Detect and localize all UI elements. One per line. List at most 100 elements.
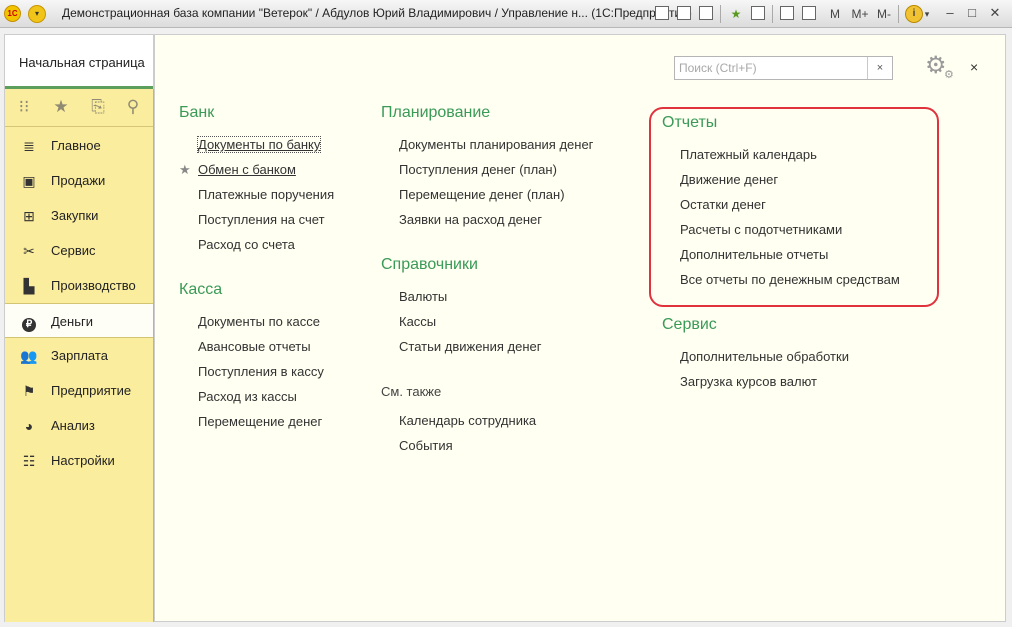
search-icon[interactable]: ⚲: [123, 97, 143, 117]
sidebar-item-analysis[interactable]: ◕ Анализ: [5, 408, 153, 443]
window-title: Демонстрационная база компании "Ветерок"…: [62, 6, 692, 20]
sidebar: ⁝⁝ ★ ⎘ ⚲ ≣ Главное ▣ Продажи ⊞ Закупки ✂…: [4, 89, 154, 622]
link-cash-expense[interactable]: Расход из кассы: [198, 389, 297, 404]
sidebar-item-label: Предприятие: [51, 383, 132, 398]
link-events[interactable]: События: [399, 438, 453, 453]
ruble-icon: ₽: [20, 313, 38, 332]
link-cash-desks[interactable]: Кассы: [399, 314, 436, 329]
link-payment-calendar[interactable]: Платежный календарь: [680, 147, 817, 162]
search-input[interactable]: Поиск (Ctrl+F) ×: [674, 56, 893, 80]
basket-icon: ▣: [22, 173, 36, 189]
link-payment-orders[interactable]: Платежные поручения: [198, 187, 334, 202]
window-close-button[interactable]: ✕: [985, 4, 1005, 22]
clear-search-icon[interactable]: ×: [867, 57, 892, 79]
link-expense-requests[interactable]: Заявки на расход денег: [399, 212, 542, 227]
link-cash-balance[interactable]: Остатки денег: [680, 197, 766, 212]
sidebar-item-label: Продажи: [51, 173, 106, 188]
link-account-receipts[interactable]: Поступления на счет: [198, 212, 325, 227]
chevron-down-icon[interactable]: ▾: [922, 5, 932, 23]
sidebar-item-label: Закупки: [51, 208, 99, 223]
title-bar: 1С ▾ Демонстрационная база компании "Вет…: [0, 0, 1012, 28]
sidebar-item-label: Производство: [51, 278, 136, 293]
link-cash-documents[interactable]: Документы по кассе: [198, 314, 320, 329]
apps-grid-icon[interactable]: ⁝⁝: [14, 97, 34, 117]
sidebar-item-main[interactable]: ≣ Главное: [5, 128, 153, 163]
sidebar-item-label: Деньги: [51, 314, 93, 329]
sidebar-item-enterprise[interactable]: ⚑ Предприятие: [5, 373, 153, 408]
sidebar-item-label: Анализ: [51, 418, 95, 433]
link-planning-documents[interactable]: Документы планирования денег: [399, 137, 593, 152]
maximize-button[interactable]: □: [962, 4, 982, 22]
tools-icon: ✂: [23, 243, 35, 259]
section-title-see-also: См. также: [381, 384, 442, 399]
section-title-planning: Планирование: [381, 104, 491, 121]
sidebar-item-label: Зарплата: [51, 348, 108, 363]
favorite-star-icon[interactable]: ★: [179, 162, 191, 178]
link-planned-receipts[interactable]: Поступления денег (план): [399, 162, 557, 177]
cart-icon: ⊞: [23, 208, 35, 224]
people-icon: 👥: [20, 348, 38, 364]
favorites-star-icon[interactable]: ★: [51, 97, 71, 117]
link-advance-reports[interactable]: Авансовые отчеты: [198, 339, 311, 354]
section-title-bank: Банк: [179, 104, 215, 121]
link-cashflow-items[interactable]: Статьи движения денег: [399, 339, 541, 354]
small-gear-icon: ⚙: [944, 69, 954, 81]
toolbar-divider: [898, 5, 899, 23]
sidebar-item-label: Настройки: [51, 453, 115, 468]
preview-icon[interactable]: [699, 6, 713, 20]
search-placeholder: Поиск (Ctrl+F): [679, 61, 757, 75]
list-icon: ≣: [23, 138, 35, 154]
section-title-cash: Касса: [179, 281, 223, 298]
link-money-transfer[interactable]: Перемещение денег: [198, 414, 322, 429]
sidebar-item-purchases[interactable]: ⊞ Закупки: [5, 198, 153, 233]
link-employee-calendar[interactable]: Календарь сотрудника: [399, 413, 536, 428]
main-content: Поиск (Ctrl+F) × ⚙ ⚙ × Банк Документы по…: [154, 34, 1006, 622]
calendar-icon[interactable]: [802, 6, 816, 20]
settings-icon: ☷: [22, 453, 36, 469]
bookmark-icon[interactable]: [751, 6, 765, 20]
sidebar-item-production[interactable]: ▙ Производство: [5, 268, 153, 303]
section-title-service: Сервис: [662, 316, 717, 333]
link-additional-reports[interactable]: Дополнительные отчеты: [680, 247, 828, 262]
flag-icon: ⚑: [22, 383, 36, 399]
link-bank-exchange[interactable]: Обмен с банком: [198, 162, 296, 177]
link-bank-documents[interactable]: Документы по банку: [196, 136, 322, 153]
link-additional-processing[interactable]: Дополнительные обработки: [680, 349, 849, 364]
tab-home[interactable]: Начальная страница: [4, 34, 154, 89]
close-icon[interactable]: ×: [970, 59, 978, 75]
memory-plus-button[interactable]: M+: [850, 5, 870, 23]
sidebar-toolbar: ⁝⁝ ★ ⎘ ⚲: [5, 89, 153, 127]
section-title-references: Справочники: [381, 256, 478, 273]
sidebar-item-label: Сервис: [51, 243, 96, 258]
link-account-expense[interactable]: Расход со счета: [198, 237, 295, 252]
link-cash-movement[interactable]: Движение денег: [680, 172, 778, 187]
sidebar-item-settings[interactable]: ☷ Настройки: [5, 443, 153, 478]
pie-icon: ◕: [24, 418, 34, 434]
main-menu-button[interactable]: ▾: [28, 5, 46, 23]
print-icon[interactable]: [677, 6, 691, 20]
calculator-icon[interactable]: [780, 6, 794, 20]
memory-button[interactable]: M: [829, 5, 841, 23]
sidebar-item-salary[interactable]: 👥 Зарплата: [5, 338, 153, 373]
link-accountable-settlements[interactable]: Расчеты с подотчетниками: [680, 222, 842, 237]
section-title-reports: Отчеты: [662, 114, 718, 131]
save-icon[interactable]: [655, 6, 669, 20]
link-currencies[interactable]: Валюты: [399, 289, 447, 304]
add-favorite-icon[interactable]: ★: [727, 5, 745, 23]
factory-icon: ▙: [23, 278, 35, 294]
link-load-currency-rates[interactable]: Загрузка курсов валют: [680, 374, 817, 389]
toolbar-divider: [772, 5, 773, 23]
sidebar-item-money[interactable]: ₽ Деньги: [5, 303, 153, 338]
sidebar-item-service[interactable]: ✂ Сервис: [5, 233, 153, 268]
toolbar-divider: [720, 5, 721, 23]
app-logo-icon[interactable]: 1С: [4, 5, 21, 22]
link-cash-receipts[interactable]: Поступления в кассу: [198, 364, 324, 379]
link-all-money-reports[interactable]: Все отчеты по денежным средствам: [680, 272, 900, 287]
sidebar-item-sales[interactable]: ▣ Продажи: [5, 163, 153, 198]
memory-minus-button[interactable]: M-: [874, 5, 894, 23]
history-icon[interactable]: ⎘: [88, 97, 108, 117]
link-planned-transfer[interactable]: Перемещение денег (план): [399, 187, 565, 202]
minimize-button[interactable]: –: [940, 4, 960, 22]
tab-home-label: Начальная страница: [19, 55, 145, 70]
info-icon[interactable]: i: [905, 5, 923, 23]
